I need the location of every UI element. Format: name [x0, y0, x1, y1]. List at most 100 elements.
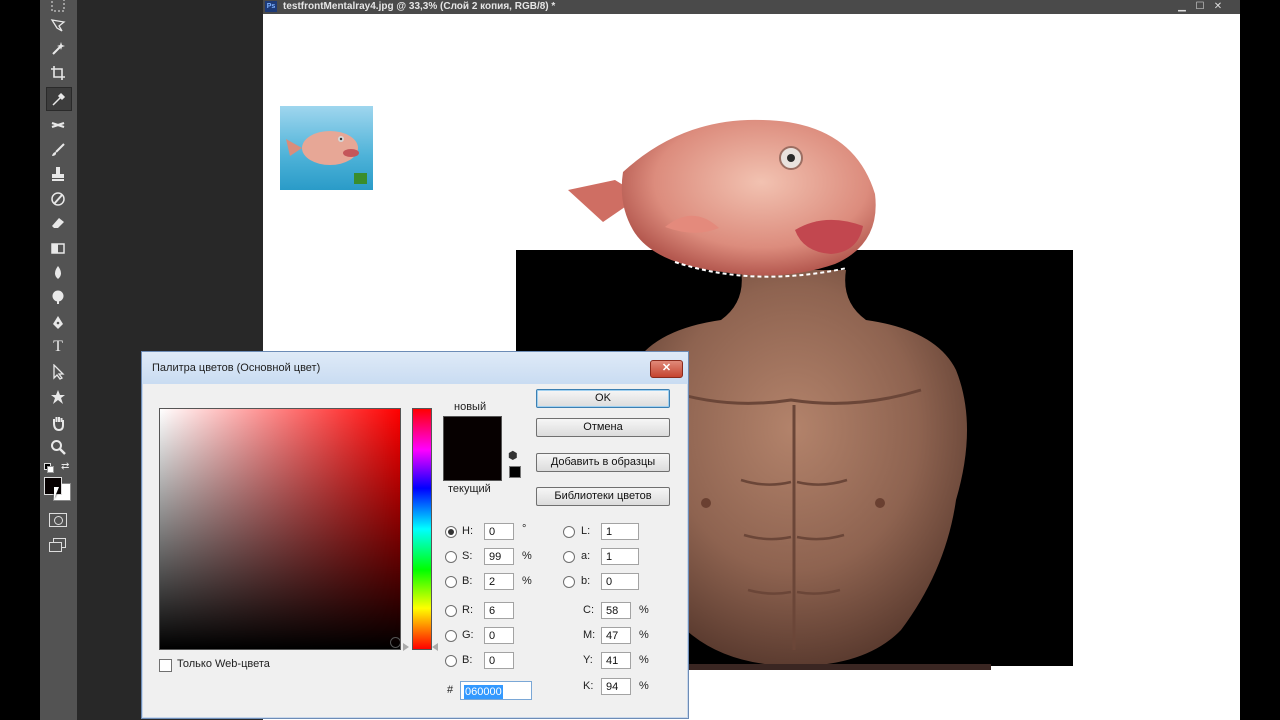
dialog-titlebar: Палитра цветов (Основной цвет) ✕	[142, 352, 688, 384]
color-picker-dialog: Палитра цветов (Основной цвет) ✕ новый т…	[141, 351, 689, 719]
letterbox-left	[0, 0, 40, 720]
blur-icon[interactable]	[46, 262, 70, 284]
cyan-input[interactable]: 58	[601, 602, 631, 619]
path-select-icon[interactable]	[46, 361, 70, 383]
black-input[interactable]: 94	[601, 678, 631, 695]
green-input[interactable]: 0	[484, 627, 514, 644]
web-colors-only-label: Только Web-цвета	[177, 658, 270, 670]
brightness-label: B:	[462, 575, 473, 587]
hex-value: 060000	[464, 685, 503, 699]
lasso-icon[interactable]	[46, 14, 70, 36]
color-field[interactable]	[159, 408, 401, 650]
lab-b-radio[interactable]	[563, 576, 575, 588]
lab-a-input[interactable]: 1	[601, 548, 639, 565]
saturation-input[interactable]: 99	[484, 548, 514, 565]
history-brush-icon[interactable]	[46, 188, 70, 210]
eraser-icon[interactable]	[46, 212, 70, 234]
web-safe-swatch-icon[interactable]	[509, 466, 521, 478]
lab-l-radio[interactable]	[563, 526, 575, 538]
hex-label: #	[447, 684, 454, 696]
current-color-label: текущий	[448, 483, 491, 495]
brightness-unit: %	[522, 575, 532, 587]
black-label: K:	[583, 680, 594, 692]
screen-mode-icon[interactable]	[49, 538, 66, 552]
dialog-title: Палитра цветов (Основной цвет)	[152, 362, 321, 374]
default-colors-icon[interactable]	[44, 463, 54, 473]
hue-unit: °	[522, 523, 527, 535]
fish-thumbnail-layer	[280, 106, 373, 190]
saturation-radio[interactable]	[445, 551, 457, 563]
magenta-input[interactable]: 47	[601, 627, 631, 644]
cyan-unit: %	[639, 604, 649, 616]
brightness-radio[interactable]	[445, 576, 457, 588]
brightness-input[interactable]: 2	[484, 573, 514, 590]
magic-wand-icon[interactable]	[46, 38, 70, 60]
eyedropper-icon[interactable]	[46, 87, 72, 111]
hue-input[interactable]: 0	[484, 523, 514, 540]
hue-slider-arrow-left[interactable]	[403, 643, 409, 651]
quick-mask-icon[interactable]	[49, 513, 67, 527]
red-radio[interactable]	[445, 605, 457, 617]
foreground-color-swatch[interactable]	[44, 477, 62, 495]
lab-l-label: L:	[581, 525, 591, 537]
stamp-icon[interactable]	[46, 163, 70, 185]
dodge-icon[interactable]	[46, 286, 70, 308]
cancel-button[interactable]: Отмена	[536, 418, 670, 437]
screen: T ⇄ Ps testfrontMentalray4.jpg @ 33,3% (…	[0, 0, 1280, 720]
document-titlebar: Ps testfrontMentalray4.jpg @ 33,3% (Слой…	[263, 0, 1240, 14]
hue-radio[interactable]	[445, 526, 457, 538]
crop-icon[interactable]	[46, 62, 70, 84]
color-libraries-button[interactable]: Библиотеки цветов	[536, 487, 670, 506]
hand-icon[interactable]	[46, 412, 70, 434]
hue-slider-arrow-right[interactable]	[432, 643, 438, 651]
yellow-input[interactable]: 41	[601, 652, 631, 669]
new-color-label: новый	[454, 401, 487, 413]
photoshop-file-icon: Ps	[265, 1, 277, 12]
lab-l-input[interactable]: 1	[601, 523, 639, 540]
magenta-unit: %	[639, 629, 649, 641]
web-colors-only-checkbox[interactable]	[159, 659, 172, 672]
fish-head-image	[568, 119, 876, 278]
minimize-icon[interactable]: ▁	[1173, 0, 1191, 14]
yellow-label: Y:	[583, 654, 593, 666]
red-label: R:	[462, 604, 473, 616]
black-unit: %	[639, 680, 649, 692]
saturation-unit: %	[522, 550, 532, 562]
type-tool-label: T	[53, 338, 63, 355]
current-color-swatch[interactable]	[443, 448, 502, 481]
new-color-swatch	[443, 416, 502, 449]
magenta-label: M:	[583, 629, 596, 641]
gradient-icon[interactable]	[46, 237, 70, 259]
swap-colors-icon[interactable]: ⇄	[61, 461, 69, 472]
green-radio[interactable]	[445, 630, 457, 642]
green-label: G:	[462, 629, 474, 641]
zoom-icon[interactable]	[46, 436, 70, 458]
red-input[interactable]: 6	[484, 602, 514, 619]
pen-icon[interactable]	[46, 312, 70, 334]
lab-b-input[interactable]: 0	[601, 573, 639, 590]
mouse-cursor-icon	[54, 487, 59, 499]
letterbox-right	[1240, 0, 1280, 720]
ok-button[interactable]: OK	[536, 389, 670, 408]
lab-a-radio[interactable]	[563, 551, 575, 563]
brush-icon[interactable]	[46, 139, 70, 161]
close-icon[interactable]: ✕	[1209, 0, 1227, 14]
lab-b-label: b:	[581, 575, 591, 587]
type-icon[interactable]: T	[46, 336, 70, 358]
maximize-icon[interactable]: ☐	[1191, 0, 1209, 14]
add-to-swatches-button[interactable]: Добавить в образцы	[536, 453, 670, 472]
blue-radio[interactable]	[445, 655, 457, 667]
document-title: testfrontMentalray4.jpg @ 33,3% (Слой 2 …	[283, 1, 556, 12]
shape-icon[interactable]	[46, 386, 70, 408]
cyan-label: C:	[583, 604, 594, 616]
color-field-marker[interactable]	[390, 637, 401, 648]
dialog-close-button[interactable]: ✕	[650, 360, 683, 378]
waistband	[686, 664, 991, 670]
hue-slider[interactable]	[412, 408, 432, 650]
out-of-gamut-cube-icon[interactable]: ⬢	[508, 450, 520, 462]
healing-icon[interactable]	[46, 114, 70, 136]
hex-input[interactable]: 060000	[460, 681, 532, 700]
blue-input[interactable]: 0	[484, 652, 514, 669]
saturation-label: S:	[462, 550, 473, 562]
blue-label: B:	[462, 654, 473, 666]
